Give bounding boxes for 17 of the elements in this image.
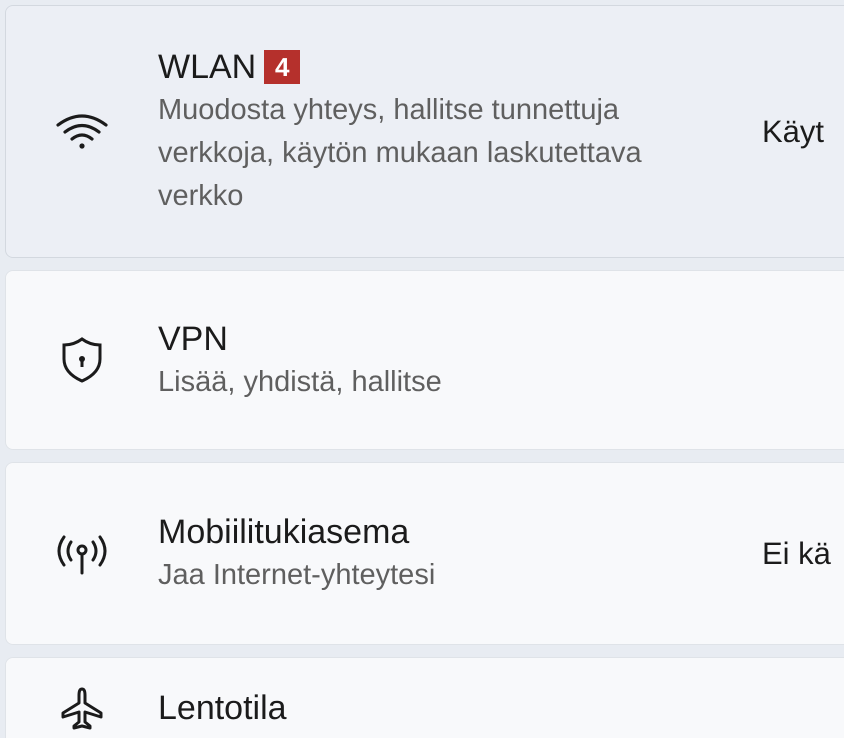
status-text: Käyt <box>762 114 824 150</box>
status-text: Ei kä <box>762 536 831 572</box>
item-title: Lentotila <box>158 688 287 729</box>
shield-lock-icon <box>62 337 102 383</box>
airplane-icon <box>60 686 104 730</box>
item-title: VPN <box>158 318 228 360</box>
item-description: Lisää, yhdistä, hallitse <box>158 364 443 400</box>
settings-card[interactable]: Lentotila <box>5 657 844 738</box>
settings-card[interactable]: WLAN 4 Muodosta yhteys, hallitse tunnettuja verkkoja, käytön mukaan laskutettava verkko Käyt <box>5 5 844 258</box>
settings-card[interactable]: VPN Lisää, yhdistä, hallitse <box>5 270 844 450</box>
number-badge: 4 <box>264 50 300 84</box>
item-description: Jaa Internet-yhteytesi <box>158 558 436 593</box>
item-title: Mobiilitukiasema <box>158 512 410 553</box>
item-title: WLAN <box>158 47 256 88</box>
wifi-icon <box>55 112 109 150</box>
item-description: Muodosta yhteys, hallitse tunnettuja verkkoja, käytön mukaan laskutettava verkko <box>158 93 643 214</box>
settings-card[interactable]: Mobiilitukiasema Jaa Internet-yhteytesi Ei kä <box>5 462 844 645</box>
